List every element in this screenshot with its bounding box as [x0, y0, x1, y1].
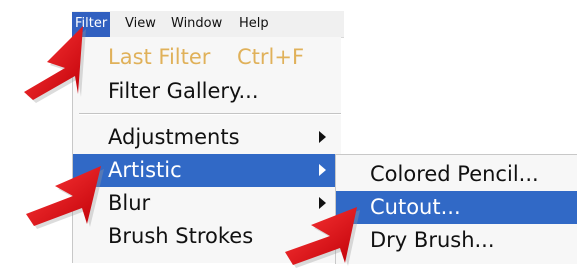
red-pointer-arrow-icon	[24, 26, 360, 268]
red-pointer-arrow-icon	[285, 207, 360, 268]
red-pointer-arrow-icon	[26, 166, 104, 229]
red-pointer-arrow-icon	[24, 26, 86, 103]
